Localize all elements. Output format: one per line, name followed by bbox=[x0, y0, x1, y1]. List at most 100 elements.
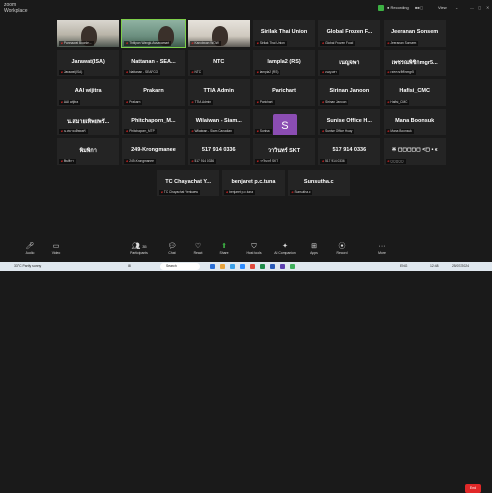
participants-label: Participants bbox=[130, 251, 148, 255]
react-button[interactable]: ♡ React bbox=[186, 242, 210, 262]
ai-companion-button[interactable]: ✦ AI Companion bbox=[270, 242, 300, 262]
participant-tile[interactable]: เนญจพา ⌀เนญจพา bbox=[317, 48, 382, 77]
participant-display-name: NTC bbox=[213, 58, 225, 65]
teams-icon[interactable] bbox=[280, 264, 285, 269]
participant-tile[interactable]: Sunise Office H... ⌀Sunise Office Huay bbox=[317, 107, 382, 136]
shield-icon: ⛉ bbox=[251, 243, 257, 250]
participant-display-name: Sirinan Janoon bbox=[329, 88, 370, 95]
participant-tile[interactable]: AAI wijitra ⌀AAI wijitra bbox=[56, 78, 121, 107]
chevron-down-icon[interactable]: ⌄ bbox=[455, 5, 458, 10]
participant-tile[interactable]: Nattanan - SEA... ⌀Nattanan - SEAFCO bbox=[121, 48, 186, 77]
muted-mic-icon: ⌀ bbox=[322, 40, 325, 45]
participant-tile[interactable]: NTC ⌀NTC bbox=[186, 48, 251, 77]
participant-tile[interactable]: ※ ◻◻◻◻◻ <◻ • ϵ ⌀◻◻◻◻◻ bbox=[382, 137, 447, 166]
audio-button[interactable]: 🎤︎ Audio bbox=[18, 242, 42, 262]
participant-name-label: ⌀Wilaiwan - Siam Canadian bbox=[189, 129, 234, 134]
participant-tile[interactable]: Sirinan Janoon ⌀Sirinan Janoon bbox=[317, 78, 382, 107]
view-button[interactable]: View bbox=[438, 5, 447, 10]
participant-tile[interactable]: 249-Krongmanee ⌀249-Krongmanee bbox=[121, 137, 186, 166]
muted-mic-icon: ⌀ bbox=[256, 99, 259, 104]
host-tools-label: Host tools bbox=[246, 251, 262, 255]
muted-mic-icon: ⌀ bbox=[161, 190, 163, 194]
end-meeting-button[interactable]: End bbox=[465, 484, 481, 493]
file-explorer-icon[interactable] bbox=[220, 264, 225, 269]
participant-tile[interactable]: Jeeranan Sonsem ⌀Jeeranan Sonsem bbox=[382, 19, 447, 48]
more-button[interactable]: ··· More bbox=[370, 242, 394, 262]
logo-line-2: Workplace bbox=[4, 8, 28, 14]
host-tools-button[interactable]: ⛉ Host tools bbox=[240, 242, 268, 262]
recording-indicator[interactable]: ● Recording bbox=[387, 5, 409, 10]
participant-display-name: Hafisi_CMC bbox=[399, 88, 430, 95]
participant-tile[interactable]: วาวินทร์ SKT ⌀วาวินทร์ SKT bbox=[251, 137, 317, 166]
participant-tile[interactable]: benjaret p.c.tuna ⌀benjaret p.c.tuna bbox=[221, 168, 286, 197]
participant-tile[interactable]: Jarawat(ISA) ⌀Jarawat(ISA) bbox=[56, 48, 121, 77]
participants-button[interactable]: 👥︎ 35 Participants bbox=[124, 242, 154, 262]
share-button[interactable]: ⬆ Share bbox=[212, 242, 236, 262]
participant-tile[interactable]: น.สมายเทิพยพรั... ⌀น.สมายเทิพยพรั bbox=[56, 107, 121, 136]
participant-label-text: TC Chayachat Yenkaew bbox=[163, 190, 198, 194]
ai-companion-icon: ✦ bbox=[282, 243, 288, 250]
participant-tile[interactable]: Sirilak Thai Union ⌀Sirilak Thai Union bbox=[251, 19, 317, 48]
participant-tile[interactable]: Hafisi_CMC ⌀Hafisi_CMC bbox=[382, 78, 447, 107]
participant-tile[interactable]: ⌀Thitipan Wangk-Assavamart bbox=[121, 19, 186, 48]
record-button[interactable]: ⦿ Record bbox=[330, 242, 354, 262]
word-icon[interactable] bbox=[270, 264, 275, 269]
participant-tile[interactable]: Wilaiwan - Siam... ⌀Wilaiwan - Siam Canad… bbox=[186, 107, 251, 136]
participant-label-text: Hafisi_CMC bbox=[390, 99, 408, 104]
participant-display-name: 517 914 0336 bbox=[201, 147, 236, 154]
audio-label: Audio bbox=[25, 251, 35, 255]
participant-label-text: Sirilak Thai Union bbox=[259, 40, 285, 45]
zoom-meeting-window: zoom Workplace ● Recording ■■◻ View ⌄ — … bbox=[0, 0, 492, 493]
participant-label-text: วาวินทร์ SKT bbox=[259, 158, 279, 163]
security-shield-icon[interactable] bbox=[378, 5, 384, 11]
participant-label-text: Jarawat(ISA) bbox=[63, 70, 83, 74]
windows-start-icon[interactable]: ⊞ bbox=[128, 263, 131, 270]
clock-date[interactable]: 25/07/2024 bbox=[452, 263, 469, 270]
participant-tile[interactable]: TC Chayachat Y... ⌀TC Chayachat Yenkaew bbox=[156, 168, 221, 197]
participant-label-text: Parichart bbox=[259, 99, 273, 104]
grid-view-icon[interactable]: ■■◻ bbox=[415, 5, 423, 10]
participant-display-name: เนญจพา bbox=[339, 59, 360, 66]
participant-tile[interactable]: TTIA Admin ⌀TTIA Admin bbox=[186, 78, 251, 107]
edge-browser-icon[interactable] bbox=[230, 264, 235, 269]
apps-button[interactable]: ⊞ Apps bbox=[302, 242, 326, 262]
participant-label-text: Phitchaporn_MTP bbox=[129, 129, 155, 133]
share-screen-icon: ⬆ bbox=[221, 243, 227, 250]
participant-display-name: TC Chayachat Y... bbox=[165, 178, 212, 185]
close-icon[interactable]: ✕ bbox=[486, 5, 489, 10]
participant-name-label: ⌀Sunisa bbox=[254, 129, 272, 134]
participant-tile[interactable]: ⌀Kanokwan WOW bbox=[186, 19, 251, 48]
line-icon[interactable] bbox=[290, 264, 295, 269]
excel-icon[interactable] bbox=[260, 264, 265, 269]
participant-tile[interactable]: S ⌀Sunisa bbox=[251, 107, 317, 136]
participant-tile[interactable]: เพชรณพิชิกmgr5... ⌀เพชรณพิชิกmgr5 bbox=[382, 48, 447, 77]
participant-tile[interactable]: 517 914 0336 ⌀517 914 0336 bbox=[317, 137, 382, 166]
chrome-icon[interactable] bbox=[250, 264, 255, 269]
chat-button[interactable]: 💬︎ Chat bbox=[160, 242, 184, 262]
participant-tile[interactable]: Global Frozen F... ⌀Global Frozen Food bbox=[317, 19, 382, 48]
participant-tile[interactable]: Prakarn ⌀Prakarn bbox=[121, 78, 186, 107]
participant-tile[interactable]: Mana Boonsuk ⌀Mana Boonsuk bbox=[382, 107, 447, 136]
participant-tile[interactable]: ⌀Pannawat Boonle... bbox=[56, 19, 121, 48]
participant-tile[interactable]: 517 914 0336 ⌀517 914 0336 bbox=[186, 137, 251, 166]
minimize-icon[interactable]: — bbox=[470, 5, 474, 10]
participant-label-text: พิมพิกา bbox=[63, 158, 74, 163]
taskbar-search[interactable]: Search bbox=[160, 263, 200, 270]
participant-tile[interactable]: Phitchaporn_M... ⌀Phitchaporn_MTP bbox=[121, 107, 186, 136]
participant-tile[interactable]: Parichart ⌀Parichart bbox=[251, 78, 317, 107]
participant-label-text: Wilaiwan - Siam Canadian bbox=[194, 129, 232, 133]
maximize-icon[interactable]: ◻ bbox=[478, 5, 481, 10]
participant-display-name: Jeeranan Sonsem bbox=[391, 29, 439, 36]
language-indicator[interactable]: ENG bbox=[400, 263, 407, 270]
video-button[interactable]: ▭ Video bbox=[44, 242, 68, 262]
heart-icon: ♡ bbox=[194, 243, 202, 250]
clock-time[interactable]: 12:48 bbox=[430, 263, 439, 270]
weather-widget[interactable]: 33°C Partly sunny bbox=[14, 263, 41, 270]
taskview-icon[interactable] bbox=[210, 264, 215, 269]
participant-tile[interactable]: พิมพิกา ⌀พิมพิกา bbox=[56, 137, 121, 166]
participant-name-label: ⌀Nattanan - SEAFCO bbox=[124, 70, 161, 75]
participant-tile[interactable]: lampla2 (RS) ⌀lampla2 (RS) bbox=[251, 48, 317, 77]
participant-label-text: 517 914 0336 bbox=[194, 158, 215, 163]
participant-tile[interactable]: Sunsutha.c ⌀Sunsutha.c bbox=[286, 168, 351, 197]
zoom-taskbar-icon[interactable] bbox=[240, 264, 245, 269]
